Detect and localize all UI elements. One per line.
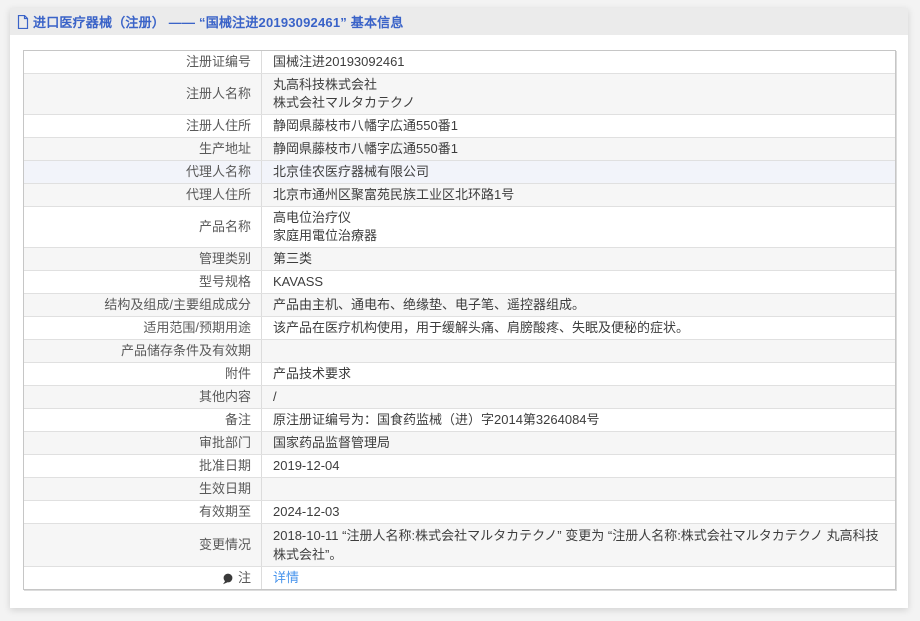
row-label: 注册人住所 bbox=[24, 115, 262, 137]
row-label: 生产地址 bbox=[24, 138, 262, 160]
row-value: 高电位治疗仪 家庭用電位治療器 bbox=[262, 207, 895, 247]
row-value: 原注册证编号为：国食药监械（进）字2014第3264084号 bbox=[262, 409, 895, 431]
table-row: 代理人名称 北京佳农医疗器械有限公司 bbox=[24, 161, 895, 184]
row-value: 2018-10-11 “注册人名称:株式会社マルタカテクノ” 变更为 “注册人名… bbox=[262, 524, 895, 566]
table-row: 附件 产品技术要求 bbox=[24, 363, 895, 386]
table-row: 管理类别 第三类 bbox=[24, 248, 895, 271]
row-value: 北京市通州区聚富苑民族工业区北环路1号 bbox=[262, 184, 895, 206]
row-label: 有效期至 bbox=[24, 501, 262, 523]
row-label: 其他内容 bbox=[24, 386, 262, 408]
row-value: 第三类 bbox=[262, 248, 895, 270]
row-label: 产品名称 bbox=[24, 207, 262, 247]
row-label: 结构及组成/主要组成成分 bbox=[24, 294, 262, 316]
table-row: 结构及组成/主要组成成分 产品由主机、通电布、绝缘垫、电子笔、遥控器组成。 bbox=[24, 294, 895, 317]
table-row: 其他内容 / bbox=[24, 386, 895, 409]
table-row: 注 详情 bbox=[24, 567, 895, 589]
content-panel: 进口医疗器械（注册） —— “国械注进20193092461” 基本信息 注册证… bbox=[10, 8, 908, 608]
row-label: 代理人名称 bbox=[24, 161, 262, 183]
row-value: 该产品在医疗机构使用，用于缓解头痛、肩膀酸疼、失眠及便秘的症状。 bbox=[262, 317, 895, 339]
page-title: 进口医疗器械（注册） —— “国械注进20193092461” 基本信息 bbox=[33, 12, 404, 31]
document-icon bbox=[17, 15, 29, 29]
row-label: 型号规格 bbox=[24, 271, 262, 293]
table-row: 注册人住所 静岡県藤枝市八幡字広通550番1 bbox=[24, 115, 895, 138]
table-row: 型号规格 KAVASS bbox=[24, 271, 895, 294]
row-label: 附件 bbox=[24, 363, 262, 385]
row-value: 2019-12-04 bbox=[262, 455, 895, 477]
table-row: 适用范围/预期用途 该产品在医疗机构使用，用于缓解头痛、肩膀酸疼、失眠及便秘的症… bbox=[24, 317, 895, 340]
table-row: 注册证编号 国械注进20193092461 bbox=[24, 51, 895, 74]
row-label: 注册证编号 bbox=[24, 51, 262, 73]
row-value: 北京佳农医疗器械有限公司 bbox=[262, 161, 895, 183]
row-label: 代理人住所 bbox=[24, 184, 262, 206]
row-label: 管理类别 bbox=[24, 248, 262, 270]
row-value: / bbox=[262, 386, 895, 408]
row-label: 变更情况 bbox=[24, 524, 262, 566]
row-value: 国家药品监督管理局 bbox=[262, 432, 895, 454]
row-value bbox=[262, 478, 895, 500]
row-value: KAVASS bbox=[262, 271, 895, 293]
row-value: 详情 bbox=[262, 567, 895, 589]
row-label: 备注 bbox=[24, 409, 262, 431]
row-value: 静岡県藤枝市八幡字広通550番1 bbox=[262, 115, 895, 137]
row-label: 产品储存条件及有效期 bbox=[24, 340, 262, 362]
table-row: 产品储存条件及有效期 bbox=[24, 340, 895, 363]
table-row: 变更情况 2018-10-11 “注册人名称:株式会社マルタカテクノ” 变更为 … bbox=[24, 524, 895, 567]
detail-link[interactable]: 详情 bbox=[273, 569, 299, 587]
row-value: 静岡県藤枝市八幡字広通550番1 bbox=[262, 138, 895, 160]
table-row: 审批部门 国家药品监督管理局 bbox=[24, 432, 895, 455]
row-value bbox=[262, 340, 895, 362]
row-value: 丸高科技株式会社 株式会社マルタカテクノ bbox=[262, 74, 895, 114]
row-label: 适用范围/预期用途 bbox=[24, 317, 262, 339]
row-value: 产品由主机、通电布、绝缘垫、电子笔、遥控器组成。 bbox=[262, 294, 895, 316]
row-value: 2024-12-03 bbox=[262, 501, 895, 523]
table-row: 注册人名称 丸高科技株式会社 株式会社マルタカテクノ bbox=[24, 74, 895, 115]
table-row: 代理人住所 北京市通州区聚富苑民族工业区北环路1号 bbox=[24, 184, 895, 207]
row-value: 国械注进20193092461 bbox=[262, 51, 895, 73]
table-row: 批准日期 2019-12-04 bbox=[24, 455, 895, 478]
row-label: 生效日期 bbox=[24, 478, 262, 500]
table-row: 有效期至 2024-12-03 bbox=[24, 501, 895, 524]
row-label: 批准日期 bbox=[24, 455, 262, 477]
page-header: 进口医疗器械（注册） —— “国械注进20193092461” 基本信息 bbox=[10, 8, 908, 35]
row-value: 产品技术要求 bbox=[262, 363, 895, 385]
table-row: 生效日期 bbox=[24, 478, 895, 501]
row-label: 注册人名称 bbox=[24, 74, 262, 114]
table-row: 备注 原注册证编号为：国食药监械（进）字2014第3264084号 bbox=[24, 409, 895, 432]
row-label: 注 bbox=[24, 567, 262, 589]
note-icon bbox=[222, 573, 233, 585]
table-row: 生产地址 静岡県藤枝市八幡字広通550番1 bbox=[24, 138, 895, 161]
info-table: 注册证编号 国械注进20193092461 注册人名称 丸高科技株式会社 株式会… bbox=[23, 50, 896, 590]
table-row: 产品名称 高电位治疗仪 家庭用電位治療器 bbox=[24, 207, 895, 248]
row-label: 审批部门 bbox=[24, 432, 262, 454]
